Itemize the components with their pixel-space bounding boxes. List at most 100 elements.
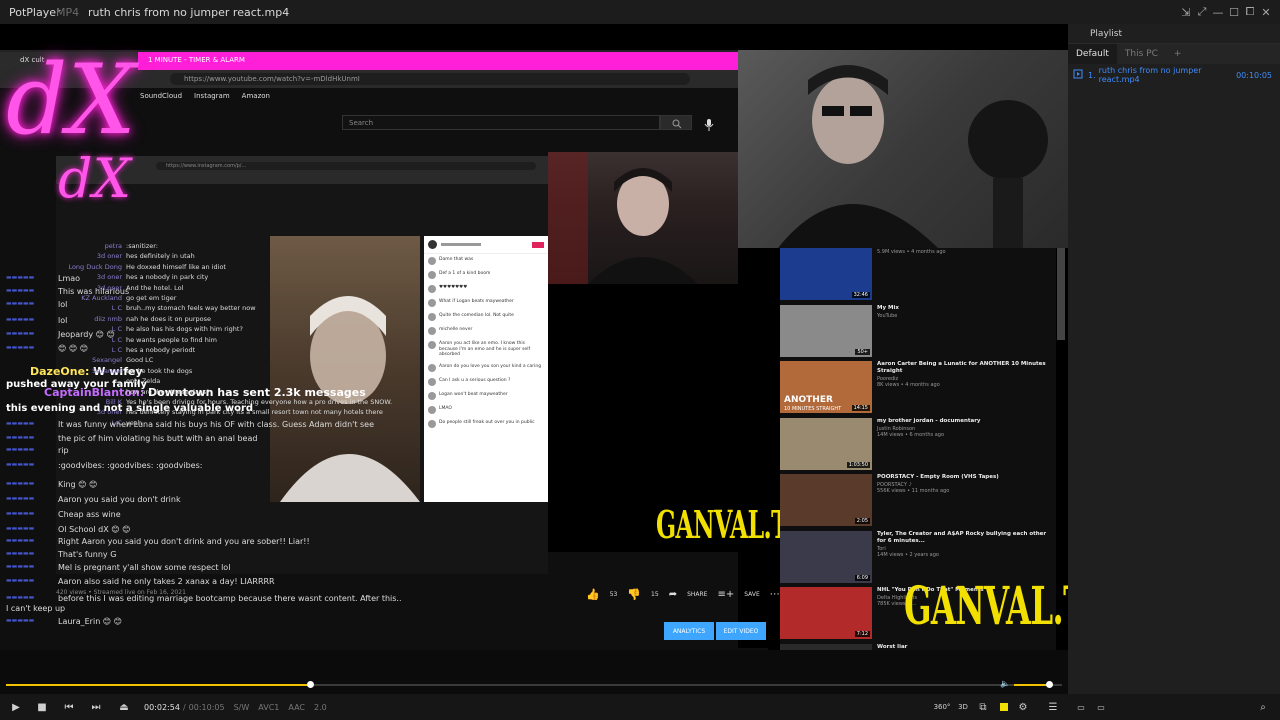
instagram-comments-panel: Damn that was Def a 1 of a kind boom ♥♥♥♥♥… — [424, 236, 548, 502]
dislike-icon: 👎 — [627, 588, 642, 601]
ig-comment: Aaron you act like an emo. I know this b… — [424, 338, 548, 361]
inner-chat-line: 3d oner hes a nobody in park city — [60, 273, 208, 281]
side-chat-line: I can't keep up — [6, 604, 65, 613]
previous-button[interactable]: ⏮ — [61, 694, 77, 720]
tab-default[interactable]: Default — [1068, 44, 1117, 64]
subtitle-icon[interactable] — [998, 694, 1010, 720]
recommendation-meta: 14M views • 2 years ago — [877, 551, 939, 558]
chat-username-blur: ▬▬▬▬▬ — [6, 446, 35, 453]
video-frame[interactable]: dX cult 1 MINUTE - TIMER & ALARM https:/… — [0, 24, 1068, 650]
control-bar: ▶ ■ ⏮ ⏭ ⏏ 00:02:54 / 00:10:05 S/W AVC1 A… — [0, 694, 1280, 720]
side-chat-line: ▬▬▬▬▬ Jeopardy 😊 😊 — [6, 330, 115, 339]
recommendation-meta: 8K views • 4 months ago — [877, 382, 940, 389]
analytics-button: ANALYTICS — [664, 622, 714, 640]
side-chat-line: ▬▬▬▬▬ Lmao — [6, 274, 80, 283]
stop-button[interactable]: ■ — [34, 694, 50, 720]
inner-chat-line: Sexangel Good LC — [60, 356, 153, 364]
chat-username-blur: ▬▬▬▬▬ — [6, 316, 35, 323]
ig-comment-text: ♥♥♥♥♥♥♥ — [439, 285, 468, 290]
ig-comment: What if Logan beats mayweather — [424, 296, 548, 310]
chat-username: L C — [111, 304, 122, 313]
fullscreen-icon[interactable]: ⤢ — [1194, 5, 1210, 19]
speaker-icon[interactable]: 🔈 — [1000, 679, 1010, 688]
recommendation-meta: 556K views • 11 months ago — [877, 488, 950, 495]
chat-message: I can't keep up — [6, 604, 66, 613]
chat-message: Laura_Erin 😊 😊 — [58, 617, 123, 626]
recommendation-title: Worst liar — [877, 643, 908, 650]
recommendation-thumbnail: 7:12 — [780, 587, 872, 639]
ig-comment-text: LMAO — [439, 405, 452, 411]
recommendation-item: Worst liarJohn Doe3.4M views • ... — [780, 643, 1056, 650]
playlist-toggle-icon[interactable]: ☰ — [1046, 694, 1060, 720]
yt-scrollbar — [1057, 248, 1065, 340]
ig-comment-avatar — [428, 299, 436, 307]
side-chat-line: this evening and not a single valuable w… — [6, 403, 253, 414]
seek-thumb[interactable] — [307, 681, 315, 688]
dx-neon-logo: dX — [6, 44, 136, 156]
like-icon: 👍 — [586, 588, 600, 601]
next-button[interactable]: ⏭ — [88, 694, 104, 720]
chat-message: he wants people to find him — [126, 335, 217, 344]
vr-360-button[interactable]: 360° — [934, 694, 951, 720]
seek-fill — [6, 684, 311, 686]
tab-this-pc[interactable]: This PC — [1117, 49, 1166, 59]
ig-comment-text: michelle never — [439, 327, 473, 332]
eject-button[interactable]: ⏏ — [116, 694, 132, 720]
chat-username-blur: ▬▬▬▬▬ — [6, 594, 35, 601]
maximize-button[interactable]: ☐ — [1226, 6, 1242, 19]
chat-message: Aaron you said you don't drink — [58, 495, 181, 504]
recommendation-duration: 7:12 — [854, 631, 870, 637]
seek-bar[interactable] — [0, 676, 1068, 694]
recommendation-duration: 32:46 — [851, 292, 870, 298]
chat-username-blur: ▬▬▬▬▬ — [6, 274, 35, 281]
playlist-panel: Playlist Default This PC + 1. ruth chris… — [1068, 24, 1280, 698]
title-bar[interactable]: PotPlayer MP4 ruth chris from no jumper … — [0, 0, 1280, 24]
mic-icon — [704, 116, 714, 131]
side-chat-line: pushed away your family — [6, 379, 147, 390]
ig-comment: Quite the comedian lol. Not quite — [424, 310, 548, 324]
ig-comment-avatar — [428, 327, 436, 335]
recommendation-title: My Mix — [877, 304, 899, 311]
close-button[interactable]: ✕ — [1258, 6, 1274, 19]
ig-comment: ♥♥♥♥♥♥♥ — [424, 282, 548, 296]
chat-username-blur: ▬▬▬▬▬ — [6, 537, 35, 544]
chat-message: before this I was editing marriage bootc… — [58, 594, 402, 603]
playlist-option-icon[interactable]: ▭ — [1074, 694, 1088, 720]
yt-action-bar: 👍 53 👎 15 ➦ SHARE ≡+ SAVE ⋯ — [586, 588, 780, 601]
playlist-item-index: 1. — [1088, 70, 1096, 80]
pin-icon[interactable]: ⇲ — [1178, 6, 1194, 19]
chat-username-blur: ▬▬▬▬▬ — [6, 420, 35, 427]
ig-comment: Def a 1 of a kind boom — [424, 268, 548, 282]
playlist-option-icon-2[interactable]: ▭ — [1094, 694, 1108, 720]
side-chat-line: ▬▬▬▬▬ Aaron also said he only takes 2 xan… — [6, 577, 275, 586]
playlist-item[interactable]: 1. ruth chris from no jumper react.mp4 0… — [1068, 66, 1280, 84]
audio-channels: 2.0 — [314, 702, 327, 712]
volume-thumb[interactable] — [1046, 681, 1054, 688]
capture-icon[interactable]: ⧉ — [976, 694, 990, 720]
share-label: SHARE — [687, 591, 708, 598]
play-button[interactable]: ▶ — [8, 694, 24, 720]
more-icon: ⋯ — [769, 589, 780, 600]
yt-search-input: Search — [342, 115, 660, 130]
tab-add[interactable]: + — [1166, 49, 1190, 59]
minimize-button[interactable]: — — [1210, 6, 1226, 19]
like-count: 53 — [609, 591, 618, 598]
volume-control[interactable]: 🔈 — [1000, 679, 1060, 691]
ig-comment: Aaron do you love you son your kind a ca… — [424, 361, 548, 375]
3d-button[interactable]: 3D — [956, 694, 970, 720]
recommendation-thumbnail: ANOTHER 10 MINUTES STRAIGHT 14:15 — [780, 361, 872, 413]
search-icon[interactable]: ⌕ — [1256, 694, 1270, 720]
gear-icon[interactable]: ⚙ — [1016, 694, 1030, 720]
restore-button[interactable]: ⧠ — [1242, 5, 1258, 19]
chat-message: Aaron also said he only takes 2 xanax a … — [58, 577, 275, 586]
recommendation-title: Aaron Carter Being a Lunatic for ANOTHER… — [877, 361, 1046, 375]
chat-message: go get em tiger — [126, 294, 177, 302]
side-chat-line: ▬▬▬▬▬ lol — [6, 316, 67, 325]
side-chat-line: ▬▬▬▬▬ King 😊 😊 — [6, 480, 97, 489]
webcam-guest — [738, 50, 1068, 248]
inner-chat-line: Sexangel ew he took the dogs — [60, 367, 192, 375]
ig-comment-avatar — [428, 313, 436, 321]
total-time: 00:10:05 — [188, 702, 225, 712]
side-chat-line: ▬▬▬▬▬ lol — [6, 300, 67, 309]
app-menu-button[interactable]: PotPlayer — [0, 6, 61, 19]
